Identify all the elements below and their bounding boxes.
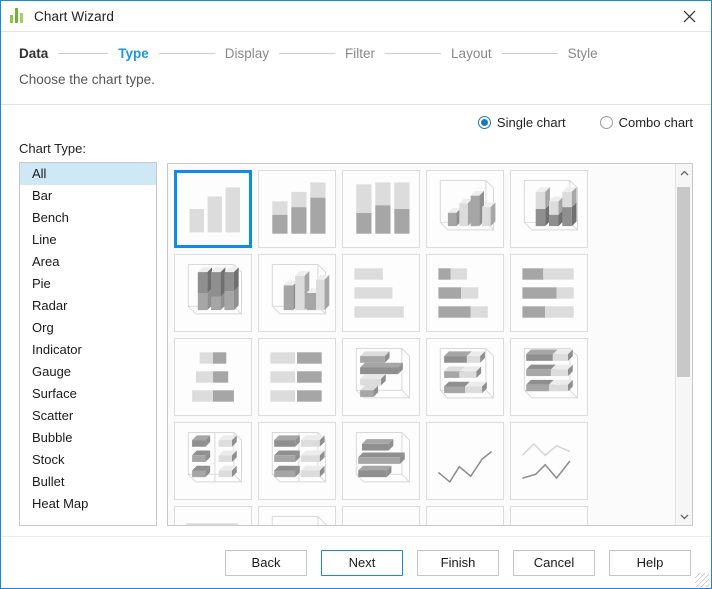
dialog-body: Chart Type: AllBarBenchLineAreaPieRadarO… [1, 135, 711, 526]
chart-thumb-bar-split[interactable] [258, 338, 336, 416]
cancel-button[interactable]: Cancel [513, 550, 595, 576]
chart-thumb-overlap-bar-3d[interactable] [342, 422, 420, 500]
step-divider [385, 53, 441, 54]
chart-gallery-panel [167, 163, 693, 526]
finish-button[interactable]: Finish [417, 550, 499, 576]
chart-thumb-stacked-column-3d[interactable] [510, 170, 588, 248]
resize-grip[interactable] [695, 573, 709, 587]
radio-combo-chart-label: Combo chart [619, 115, 693, 130]
step-divider [159, 53, 215, 54]
chart-thumb-column-3d[interactable] [426, 170, 504, 248]
title-bar: Chart Wizard [1, 1, 711, 32]
chart-mode-group: Single chart Combo chart [1, 105, 711, 135]
chart-type-item-bench[interactable]: Bench [20, 207, 156, 229]
chart-thumb-line-3d[interactable] [258, 506, 336, 525]
radio-combo-chart[interactable]: Combo chart [600, 115, 693, 130]
bar-chart-icon [10, 8, 26, 24]
chart-thumb-line[interactable] [426, 422, 504, 500]
chart-thumb-stacked-column[interactable] [258, 170, 336, 248]
chart-thumb-percent-stacked-column-3d[interactable] [174, 254, 252, 332]
chart-type-label: Chart Type: [19, 141, 157, 156]
step-divider [58, 53, 108, 54]
radio-single-chart[interactable]: Single chart [478, 115, 566, 130]
radio-dot-icon [600, 116, 613, 129]
scrollbar-track[interactable] [676, 181, 693, 508]
radio-dot-icon [478, 116, 491, 129]
chart-thumb-bar-overlay[interactable] [174, 338, 252, 416]
chart-thumb-grouped-bar-3d[interactable] [258, 422, 336, 500]
chart-wizard-dialog: Chart Wizard Data Type Display Filter La… [0, 0, 712, 589]
step-data[interactable]: Data [19, 46, 48, 61]
step-style[interactable]: Style [568, 46, 598, 61]
chart-type-item-org[interactable]: Org [20, 317, 156, 339]
step-divider [279, 53, 335, 54]
back-button[interactable]: Back [225, 550, 307, 576]
chart-thumb-stacked-area[interactable] [426, 506, 504, 525]
step-divider [502, 53, 558, 54]
chevron-up-icon[interactable] [676, 164, 693, 181]
chart-type-item-stock[interactable]: Stock [20, 449, 156, 471]
chart-thumb-percent-stacked-bar-3d[interactable] [510, 338, 588, 416]
step-type[interactable]: Type [118, 46, 149, 61]
chart-type-item-all[interactable]: All [20, 163, 156, 185]
step-layout[interactable]: Layout [451, 46, 492, 61]
chevron-down-icon[interactable] [676, 508, 693, 525]
chart-type-item-bullet[interactable]: Bullet [20, 471, 156, 493]
step-filter[interactable]: Filter [345, 46, 375, 61]
chart-thumb-stacked-bar[interactable] [426, 254, 504, 332]
scrollbar-thumb[interactable] [677, 187, 690, 377]
chart-type-item-bar[interactable]: Bar [20, 185, 156, 207]
chart-thumb-clustered-column-3d[interactable] [258, 254, 336, 332]
chart-thumb-clustered-bar-3d[interactable] [174, 422, 252, 500]
chart-thumb-area-baseline[interactable] [510, 506, 588, 525]
chart-thumb-percent-stacked-bar[interactable] [510, 254, 588, 332]
page-subtitle: Choose the chart type. [1, 68, 711, 98]
chart-type-item-indicator[interactable]: Indicator [20, 339, 156, 361]
chart-type-panel: Chart Type: AllBarBenchLineAreaPieRadarO… [19, 141, 157, 526]
gallery-scrollbar[interactable] [675, 164, 692, 525]
step-display[interactable]: Display [225, 46, 269, 61]
chart-type-item-area[interactable]: Area [20, 251, 156, 273]
chart-thumb-clustered-column[interactable] [174, 170, 252, 248]
wizard-steps: Data Type Display Filter Layout Style [1, 38, 711, 68]
chart-thumb-bar-3d[interactable] [342, 338, 420, 416]
chart-type-item-gauge[interactable]: Gauge [20, 361, 156, 383]
chart-thumb-line-with-axis[interactable] [174, 506, 252, 525]
close-icon[interactable] [667, 1, 711, 31]
chart-gallery[interactable] [168, 164, 675, 525]
chart-type-item-scatter[interactable]: Scatter [20, 405, 156, 427]
chart-thumb-area[interactable] [342, 506, 420, 525]
next-button[interactable]: Next [321, 550, 403, 576]
chart-thumb-percent-stacked-column[interactable] [342, 170, 420, 248]
chart-thumb-stacked-bar-3d[interactable] [426, 338, 504, 416]
chart-thumb-bar[interactable] [342, 254, 420, 332]
chart-type-item-pie[interactable]: Pie [20, 273, 156, 295]
chart-type-item-line[interactable]: Line [20, 229, 156, 251]
chart-type-item-surface[interactable]: Surface [20, 383, 156, 405]
chart-type-item-bubble[interactable]: Bubble [20, 427, 156, 449]
radio-single-chart-label: Single chart [497, 115, 566, 130]
chart-type-item-heat-map[interactable]: Heat Map [20, 493, 156, 515]
window-title: Chart Wizard [34, 9, 114, 24]
chart-thumb-multi-line[interactable] [510, 422, 588, 500]
chart-type-list[interactable]: AllBarBenchLineAreaPieRadarOrgIndicatorG… [19, 162, 157, 526]
chart-type-item-radar[interactable]: Radar [20, 295, 156, 317]
help-button[interactable]: Help [609, 550, 691, 576]
dialog-footer: Back Next Finish Cancel Help [1, 536, 711, 588]
